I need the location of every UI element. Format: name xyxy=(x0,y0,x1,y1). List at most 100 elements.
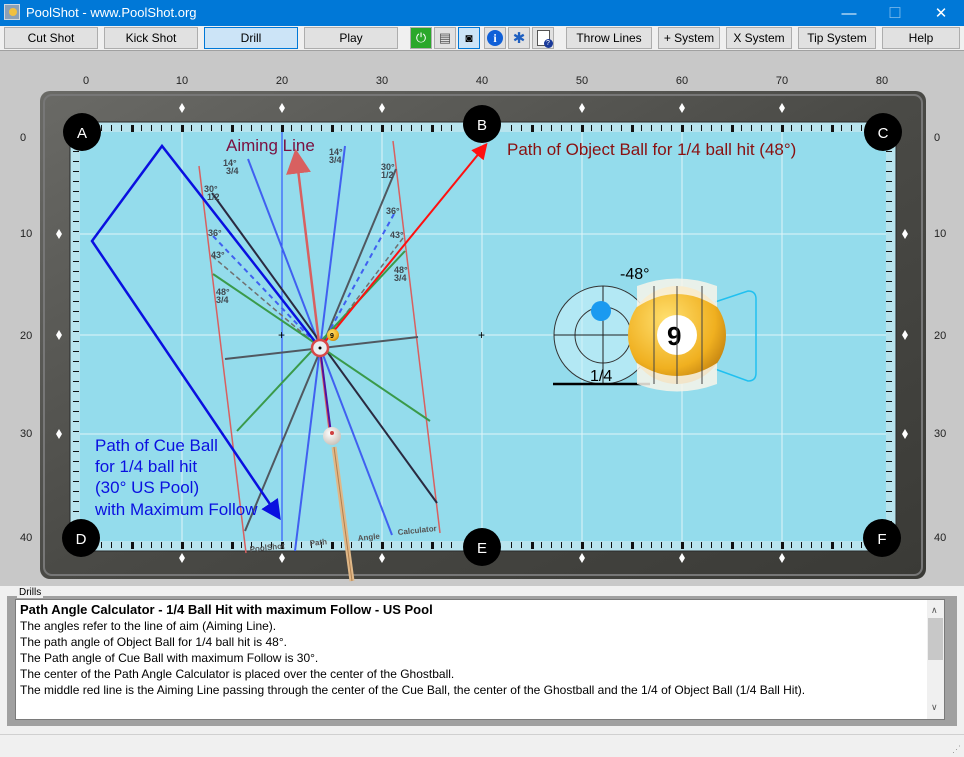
rail-tick xyxy=(791,542,792,548)
rail-tick xyxy=(341,542,342,548)
tip-system-button[interactable]: Tip System xyxy=(798,27,876,49)
scrollbar-thumb[interactable] xyxy=(928,618,943,660)
rail-tick xyxy=(111,542,112,548)
svg-text:for 1/4 ball hit: for 1/4 ball hit xyxy=(95,457,197,476)
rail-tick xyxy=(291,542,292,548)
x-system-button[interactable]: X System xyxy=(726,27,792,49)
rail-tick xyxy=(201,542,202,548)
svg-text:1/2: 1/2 xyxy=(381,170,394,180)
rail-tick xyxy=(831,542,834,549)
power-button[interactable]: ⏻ xyxy=(410,27,432,49)
cut-shot-button[interactable]: Cut Shot xyxy=(4,27,98,49)
rail-tick xyxy=(73,181,79,182)
rail-tick xyxy=(886,331,892,332)
rail-tick xyxy=(381,542,384,549)
rail-tick xyxy=(431,542,434,549)
svg-text:43°: 43° xyxy=(211,250,225,260)
pocket-label-e: E xyxy=(477,540,487,557)
power-icon: ⏻ xyxy=(415,30,427,45)
rail-tick xyxy=(886,451,892,452)
rail-tick xyxy=(886,481,892,482)
rail-tick xyxy=(641,125,642,131)
rail-tick xyxy=(791,125,792,131)
help-document-icon: ? xyxy=(536,30,553,48)
svg-text:1/2: 1/2 xyxy=(207,192,220,202)
rail-tick xyxy=(821,542,822,548)
pool-table[interactable]: + + A B C D E F 14°3/4 14°3/4 30°1/2 30°… xyxy=(0,51,964,586)
rail-tick xyxy=(851,542,852,548)
rail-tick xyxy=(561,542,562,548)
settings-button[interactable]: ✱ xyxy=(508,27,530,49)
play-button[interactable]: Play xyxy=(304,27,398,49)
print-button[interactable]: ▤ xyxy=(434,27,456,49)
rail-tick xyxy=(886,221,892,222)
drills-textbox[interactable]: Path Angle Calculator - 1/4 Ball Hit wit… xyxy=(15,599,945,720)
rail-tick xyxy=(886,431,892,432)
app-icon[interactable] xyxy=(4,4,20,20)
drill-button[interactable]: Drill xyxy=(204,27,298,49)
rail-tick xyxy=(141,125,142,131)
rail-tick xyxy=(73,301,79,302)
pocket-label-c: C xyxy=(878,125,889,142)
svg-text:43°: 43° xyxy=(390,230,404,240)
aiming-line-label: Aiming Line xyxy=(226,136,315,155)
rail-tick xyxy=(886,351,892,352)
rail-tick xyxy=(886,511,892,512)
minimize-button[interactable]: — xyxy=(826,0,872,26)
info-button[interactable]: i xyxy=(484,27,506,49)
rail-tick xyxy=(73,311,79,312)
rail-tick xyxy=(841,125,842,131)
window-title: PoolShot - www.PoolShot.org xyxy=(26,5,197,20)
rail-tick xyxy=(886,181,892,182)
rail-tick xyxy=(886,471,892,472)
drills-scrollbar[interactable]: ∧ ∨ xyxy=(927,600,944,719)
rail-tick xyxy=(351,125,352,131)
rail-tick xyxy=(671,542,672,548)
cue-ball xyxy=(323,427,341,445)
close-button[interactable]: ✕ xyxy=(918,0,964,26)
rail-tick xyxy=(73,441,79,442)
rail-tick xyxy=(511,125,512,131)
rail-tick xyxy=(711,125,712,131)
help-document-button[interactable]: ? xyxy=(532,27,554,49)
rail-tick xyxy=(551,542,552,548)
rail-tick xyxy=(73,321,79,322)
rail-tick xyxy=(661,125,662,131)
svg-text:Path of Cue Ball: Path of Cue Ball xyxy=(95,436,218,455)
rail-tick xyxy=(441,542,442,548)
rail-tick xyxy=(771,125,772,131)
rail-tick xyxy=(73,171,79,172)
rail-tick xyxy=(651,125,652,131)
rail-tick xyxy=(721,542,722,548)
rail-tick xyxy=(121,125,122,131)
rail-tick xyxy=(73,261,79,262)
drill-line: The path angle of Object Ball for 1/4 ba… xyxy=(20,635,287,649)
resize-grip-icon[interactable]: ⋰ xyxy=(952,744,961,755)
rail-tick xyxy=(411,125,412,131)
rail-tick xyxy=(171,542,172,548)
settings-icon: ✱ xyxy=(512,30,526,47)
rail-tick xyxy=(811,125,812,131)
drill-line: The Path angle of Cue Ball with maximum … xyxy=(20,651,319,665)
rail-tick xyxy=(591,542,592,548)
rail-tick xyxy=(131,542,134,549)
rail-tick xyxy=(691,125,692,131)
camera-icon: ◙ xyxy=(465,31,473,45)
kick-shot-button[interactable]: Kick Shot xyxy=(104,27,198,49)
rail-tick xyxy=(711,542,712,548)
rail-tick xyxy=(73,381,79,382)
camera-button[interactable]: ◙ xyxy=(458,27,480,49)
plus-system-button[interactable]: + System xyxy=(658,27,720,49)
rail-tick xyxy=(886,311,892,312)
maximize-button[interactable]: ☐ xyxy=(872,0,918,26)
rail-tick xyxy=(101,542,102,548)
svg-text:Path: Path xyxy=(309,537,327,548)
throw-lines-button[interactable]: Throw Lines xyxy=(566,27,652,49)
rail-tick xyxy=(73,281,79,282)
rail-tick xyxy=(861,542,862,548)
rail-tick xyxy=(211,542,212,548)
drill-line: The angles refer to the line of aim (Aim… xyxy=(20,619,277,633)
help-button[interactable]: Help xyxy=(882,27,960,49)
rail-tick xyxy=(886,211,892,212)
rail-tick xyxy=(886,341,892,342)
